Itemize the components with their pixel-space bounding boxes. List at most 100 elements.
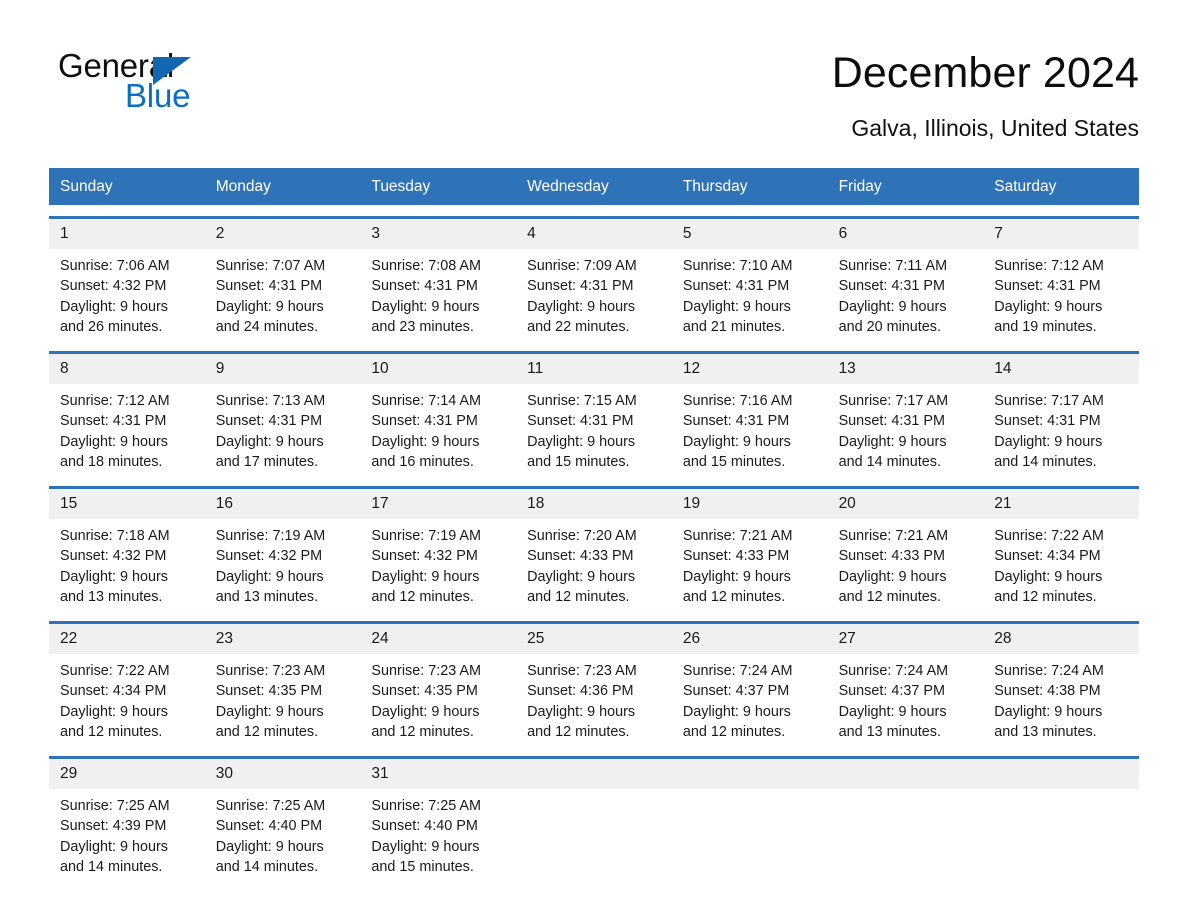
day-cell[interactable]: 5 Sunrise: 7:10 AM Sunset: 4:31 PM Dayli…	[671, 219, 828, 340]
day-number: 13	[827, 354, 984, 384]
day-number: 19	[671, 489, 828, 519]
daylight-text-line2: and 13 minutes.	[60, 588, 163, 605]
daylight-text-line2: and 12 minutes.	[371, 588, 474, 605]
day-details: Sunrise: 7:15 AM Sunset: 4:31 PM Dayligh…	[516, 384, 672, 472]
sunrise-text: Sunrise: 7:23 AM	[371, 663, 482, 679]
day-cell[interactable]: 24 Sunrise: 7:23 AM Sunset: 4:35 PM Dayl…	[360, 624, 517, 745]
daylight-text-line2: and 13 minutes.	[994, 723, 1097, 740]
day-cell[interactable]: 4 Sunrise: 7:09 AM Sunset: 4:31 PM Dayli…	[516, 219, 672, 340]
day-number: 11	[516, 354, 672, 384]
sunset-text: Sunset: 4:35 PM	[371, 683, 478, 700]
day-cell[interactable]: 8 Sunrise: 7:12 AM Sunset: 4:31 PM Dayli…	[49, 354, 205, 475]
weekday-monday: Monday	[215, 178, 271, 195]
sunrise-text: Sunrise: 7:24 AM	[838, 663, 949, 679]
day-number: 5	[671, 219, 828, 249]
calendar-page: General Blue December 2024 Galva, Illino…	[0, 0, 1188, 918]
daylight-text-line2: and 16 minutes.	[371, 453, 474, 470]
sunrise-text: Sunrise: 7:24 AM	[994, 663, 1104, 679]
sunset-text: Sunset: 4:35 PM	[215, 683, 323, 700]
day-cell[interactable]: 27 Sunrise: 7:24 AM Sunset: 4:37 PM Dayl…	[827, 624, 984, 745]
daylight-text-line1: Daylight: 9 hours	[371, 298, 480, 315]
day-details: Sunrise: 7:25 AM Sunset: 4:39 PM Dayligh…	[49, 789, 205, 877]
day-cell[interactable]: 1 Sunrise: 7:06 AM Sunset: 4:32 PM Dayli…	[49, 219, 205, 340]
day-number	[671, 759, 828, 789]
day-cell[interactable]: 17 Sunrise: 7:19 AM Sunset: 4:32 PM Dayl…	[360, 489, 517, 610]
day-cell[interactable]: 21 Sunrise: 7:22 AM Sunset: 4:34 PM Dayl…	[983, 489, 1139, 610]
day-cell[interactable]: 9 Sunrise: 7:13 AM Sunset: 4:31 PM Dayli…	[204, 354, 361, 475]
daylight-text-line1: Daylight: 9 hours	[215, 568, 324, 585]
sunset-text: Sunset: 4:31 PM	[371, 413, 478, 430]
day-cell[interactable]: 2 Sunrise: 7:07 AM Sunset: 4:31 PM Dayli…	[204, 219, 361, 340]
daylight-text-line2: and 13 minutes.	[838, 723, 941, 740]
page-header: General Blue December 2024 Galva, Illino…	[49, 0, 1139, 142]
sunset-text: Sunset: 4:39 PM	[60, 818, 167, 835]
day-cell[interactable]: 28 Sunrise: 7:24 AM Sunset: 4:38 PM Dayl…	[983, 624, 1139, 745]
day-cell[interactable]: 6 Sunrise: 7:11 AM Sunset: 4:31 PM Dayli…	[827, 219, 984, 340]
day-cell[interactable]: 15 Sunrise: 7:18 AM Sunset: 4:32 PM Dayl…	[49, 489, 205, 610]
day-cell[interactable]: 16 Sunrise: 7:19 AM Sunset: 4:32 PM Dayl…	[204, 489, 361, 610]
day-cell[interactable]: 23 Sunrise: 7:23 AM Sunset: 4:35 PM Dayl…	[204, 624, 361, 745]
week-row: 29 Sunrise: 7:25 AM Sunset: 4:39 PM Dayl…	[49, 756, 1139, 880]
sunset-text: Sunset: 4:32 PM	[215, 548, 323, 565]
weekday-sunday: Sunday	[60, 178, 113, 195]
day-cell-empty	[516, 759, 672, 880]
sunset-text: Sunset: 4:31 PM	[838, 413, 945, 430]
day-cell[interactable]: 20 Sunrise: 7:21 AM Sunset: 4:33 PM Dayl…	[827, 489, 984, 610]
day-details: Sunrise: 7:21 AM Sunset: 4:33 PM Dayligh…	[828, 519, 984, 607]
day-cell[interactable]: 19 Sunrise: 7:21 AM Sunset: 4:33 PM Dayl…	[671, 489, 828, 610]
weekday-header-row: Sunday Monday Tuesday Wednesday Thursday…	[49, 168, 1139, 205]
daylight-text-line1: Daylight: 9 hours	[682, 703, 791, 720]
daylight-text-line2: and 14 minutes.	[60, 858, 163, 875]
day-cell[interactable]: 13 Sunrise: 7:17 AM Sunset: 4:31 PM Dayl…	[827, 354, 984, 475]
daylight-text-line1: Daylight: 9 hours	[682, 568, 791, 585]
day-cell[interactable]: 12 Sunrise: 7:16 AM Sunset: 4:31 PM Dayl…	[671, 354, 828, 475]
week-row: 22 Sunrise: 7:22 AM Sunset: 4:34 PM Dayl…	[49, 621, 1139, 745]
daylight-text-line2: and 26 minutes.	[60, 318, 163, 335]
day-number: 8	[49, 354, 205, 384]
daylight-text-line1: Daylight: 9 hours	[215, 298, 324, 315]
day-cell[interactable]: 31 Sunrise: 7:25 AM Sunset: 4:40 PM Dayl…	[360, 759, 517, 880]
sunset-text: Sunset: 4:31 PM	[994, 413, 1101, 430]
title-block: December 2024 Galva, Illinois, United St…	[832, 46, 1139, 142]
day-cell[interactable]: 22 Sunrise: 7:22 AM Sunset: 4:34 PM Dayl…	[49, 624, 205, 745]
day-number: 20	[827, 489, 984, 519]
day-details: Sunrise: 7:08 AM Sunset: 4:31 PM Dayligh…	[360, 249, 516, 337]
day-details: Sunrise: 7:23 AM Sunset: 4:35 PM Dayligh…	[360, 654, 516, 742]
daylight-text-line1: Daylight: 9 hours	[60, 298, 168, 315]
day-details: Sunrise: 7:19 AM Sunset: 4:32 PM Dayligh…	[205, 519, 361, 607]
day-number: 4	[516, 219, 672, 249]
day-cell[interactable]: 10 Sunrise: 7:14 AM Sunset: 4:31 PM Dayl…	[360, 354, 517, 475]
sunrise-text: Sunrise: 7:11 AM	[838, 258, 948, 274]
day-cell[interactable]: 14 Sunrise: 7:17 AM Sunset: 4:31 PM Dayl…	[983, 354, 1139, 475]
daylight-text-line1: Daylight: 9 hours	[527, 433, 636, 450]
day-cell[interactable]: 29 Sunrise: 7:25 AM Sunset: 4:39 PM Dayl…	[49, 759, 205, 880]
sunset-text: Sunset: 4:37 PM	[838, 683, 945, 700]
day-cell[interactable]: 18 Sunrise: 7:20 AM Sunset: 4:33 PM Dayl…	[516, 489, 672, 610]
daylight-text-line1: Daylight: 9 hours	[994, 433, 1103, 450]
day-number: 21	[983, 489, 1139, 519]
day-cell[interactable]: 11 Sunrise: 7:15 AM Sunset: 4:31 PM Dayl…	[516, 354, 672, 475]
day-number: 9	[204, 354, 361, 384]
daylight-text-line2: and 12 minutes.	[994, 588, 1097, 605]
sunrise-text: Sunrise: 7:13 AM	[215, 393, 326, 409]
daylight-text-line2: and 14 minutes.	[994, 453, 1097, 470]
day-cell[interactable]: 26 Sunrise: 7:24 AM Sunset: 4:37 PM Dayl…	[671, 624, 828, 745]
sunset-text: Sunset: 4:34 PM	[60, 683, 167, 700]
week-row: 1 Sunrise: 7:06 AM Sunset: 4:32 PM Dayli…	[49, 216, 1139, 340]
general-blue-logo: General Blue	[49, 46, 209, 118]
sunrise-text: Sunrise: 7:22 AM	[994, 528, 1104, 544]
daylight-text-line2: and 12 minutes.	[60, 723, 163, 740]
daylight-text-line1: Daylight: 9 hours	[994, 703, 1103, 720]
daylight-text-line2: and 24 minutes.	[215, 318, 319, 335]
day-cell[interactable]: 30 Sunrise: 7:25 AM Sunset: 4:40 PM Dayl…	[204, 759, 361, 880]
sunrise-text: Sunrise: 7:19 AM	[215, 528, 326, 544]
day-cell[interactable]: 25 Sunrise: 7:23 AM Sunset: 4:36 PM Dayl…	[516, 624, 672, 745]
day-cell[interactable]: 7 Sunrise: 7:12 AM Sunset: 4:31 PM Dayli…	[983, 219, 1139, 340]
daylight-text-line1: Daylight: 9 hours	[527, 298, 636, 315]
day-number: 31	[360, 759, 517, 789]
day-cell[interactable]: 3 Sunrise: 7:08 AM Sunset: 4:31 PM Dayli…	[360, 219, 517, 340]
sunrise-text: Sunrise: 7:24 AM	[682, 663, 793, 679]
daylight-text-line1: Daylight: 9 hours	[994, 298, 1103, 315]
sunset-text: Sunset: 4:33 PM	[527, 548, 634, 565]
day-number: 6	[827, 219, 984, 249]
